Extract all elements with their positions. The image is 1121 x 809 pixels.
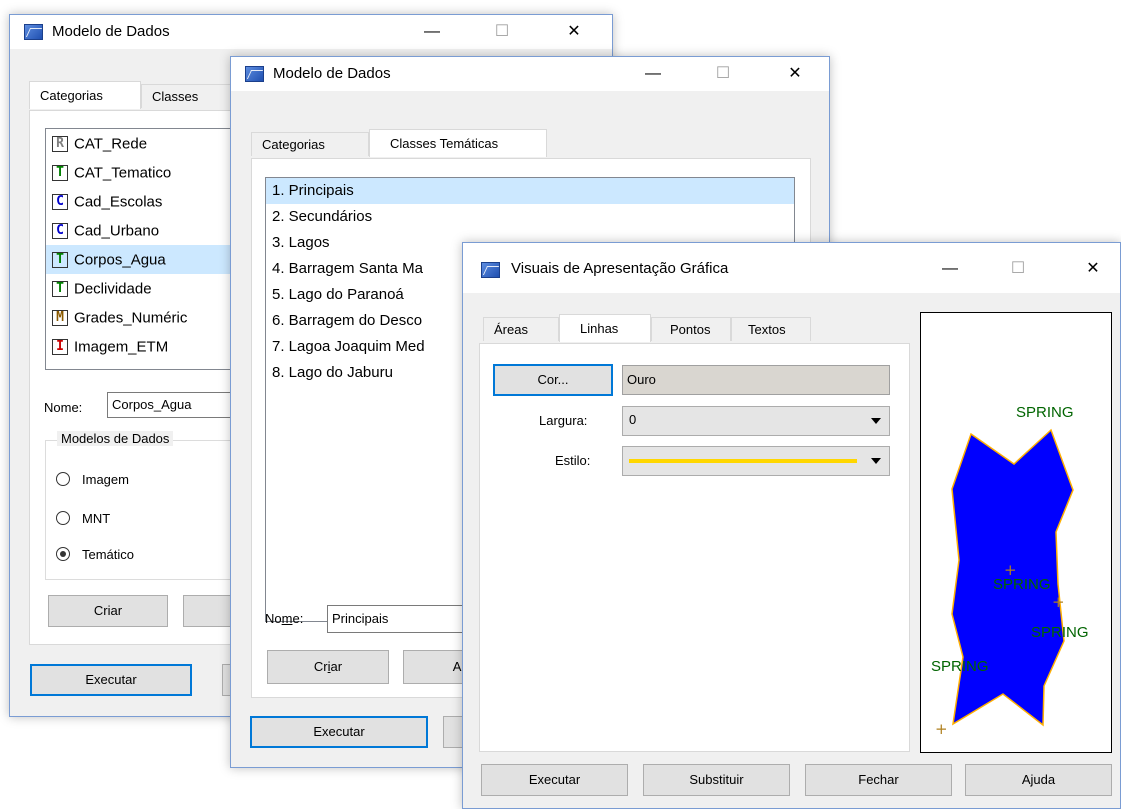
- tab-panel: [479, 343, 910, 752]
- app-icon: [481, 262, 500, 278]
- list-item[interactable]: 1. Principais: [266, 178, 794, 204]
- chevron-down-icon: [871, 458, 881, 464]
- list-item-label: Imagem_ETM: [74, 338, 169, 356]
- minimize-button[interactable]: —: [417, 21, 447, 43]
- title-bar[interactable]: Modelo de Dados — ☐ ✕: [10, 15, 612, 49]
- list-item-label: Cad_Urbano: [74, 222, 160, 240]
- list-item[interactable]: 2. Secundários: [266, 204, 794, 230]
- cor-button[interactable]: Cor...: [493, 364, 613, 396]
- preview-canvas: + + + SPRING SPRING SPRING SPRING: [920, 312, 1112, 753]
- criar-button[interactable]: Criar: [48, 595, 168, 627]
- list-item-label: CAT_Rede: [74, 135, 148, 153]
- title-bar[interactable]: Visuais de Apresentação Gráfica — ☐ ✕: [463, 243, 1120, 293]
- radio-mnt[interactable]: [56, 511, 70, 525]
- window-title: Modelo de Dados: [273, 65, 391, 82]
- maximize-button[interactable]: ☐: [708, 63, 738, 85]
- tab-categorias[interactable]: Categorias: [251, 132, 369, 156]
- app-icon: [24, 24, 43, 40]
- radio-tematico[interactable]: [56, 547, 70, 561]
- ajuda-button[interactable]: Ajuda: [965, 764, 1112, 796]
- minimize-button[interactable]: —: [638, 63, 668, 85]
- maximize-button[interactable]: ☐: [487, 21, 517, 43]
- close-button[interactable]: ✕: [780, 63, 810, 85]
- minimize-button[interactable]: —: [935, 258, 965, 280]
- preview-label-spring: SPRING: [1016, 404, 1074, 421]
- nome-label: Nome:: [44, 400, 83, 415]
- estilo-label: Estilo:: [555, 453, 591, 468]
- tab-categorias[interactable]: Categorias: [29, 81, 141, 109]
- tab-linhas[interactable]: Linhas: [559, 314, 651, 342]
- preview-label-spring: SPRING: [931, 658, 989, 675]
- list-item-label: CAT_Tematico: [74, 164, 172, 182]
- groupbox-title: Modelos de Dados: [57, 431, 174, 446]
- category-type-icon: C: [52, 194, 68, 211]
- cor-value-field: Ouro: [622, 365, 890, 395]
- executar-button[interactable]: Executar: [481, 764, 628, 796]
- criar-button[interactable]: Criar: [267, 650, 389, 684]
- radio-tematico-label: Temático: [82, 547, 135, 562]
- nome-label-pre: No: [265, 611, 282, 626]
- chevron-down-icon: [871, 418, 881, 424]
- category-type-icon: M: [52, 310, 68, 327]
- radio-checked-dot: [60, 551, 66, 557]
- preview-label-spring: SPRING: [993, 576, 1051, 593]
- executar-button[interactable]: Executar: [250, 716, 428, 748]
- window-title: Visuais de Apresentação Gráfica: [511, 260, 729, 277]
- line-style-preview: [629, 459, 857, 463]
- preview-label-spring: SPRING: [1031, 624, 1089, 641]
- nome-label-post: e:: [292, 611, 304, 626]
- nome-label-accel: m: [281, 611, 293, 626]
- preview-drawing: +++ SPRING SPRING SPRING SPRING: [931, 404, 1089, 738]
- list-item-label: Corpos_Agua: [74, 251, 166, 269]
- app-icon: [245, 66, 264, 82]
- close-button[interactable]: ✕: [1078, 258, 1108, 280]
- category-type-icon: T: [52, 281, 68, 298]
- tab-strip: Categorias Classes Temáticas: [251, 129, 751, 158]
- category-type-icon: R: [52, 136, 68, 153]
- list-item-label: Declividade: [74, 280, 152, 298]
- criar-post: ar: [330, 659, 343, 674]
- substituir-button[interactable]: Substituir: [643, 764, 790, 796]
- largura-value: 0: [629, 412, 637, 427]
- radio-mnt-label: MNT: [82, 511, 111, 526]
- nome-label: Nome:: [265, 611, 303, 626]
- tab-areas[interactable]: Áreas: [483, 317, 559, 341]
- close-button[interactable]: ✕: [559, 21, 589, 43]
- criar-pre: Cr: [313, 659, 328, 674]
- radio-imagem[interactable]: [56, 472, 70, 486]
- title-bar[interactable]: Modelo de Dados — ☐ ✕: [231, 57, 829, 91]
- maximize-button[interactable]: ☐: [1003, 258, 1033, 280]
- tab-pontos[interactable]: Pontos: [651, 317, 731, 341]
- window-title: Modelo de Dados: [52, 23, 170, 40]
- estilo-dropdown[interactable]: [622, 446, 890, 476]
- visuais-window: Visuais de Apresentação Gráfica — ☐ ✕ Ár…: [462, 242, 1121, 809]
- tab-textos[interactable]: Textos: [731, 317, 811, 341]
- tab-classes-tematicas[interactable]: Classes Temáticas: [369, 129, 547, 157]
- plus-marker: +: [935, 720, 948, 738]
- largura-dropdown[interactable]: 0: [622, 406, 890, 436]
- fechar-button[interactable]: Fechar: [805, 764, 952, 796]
- category-type-icon: T: [52, 252, 68, 269]
- category-type-icon: C: [52, 223, 68, 240]
- list-item-label: Grades_Numéric: [74, 309, 188, 327]
- category-type-icon: T: [52, 165, 68, 182]
- largura-label: Largura:: [539, 413, 588, 428]
- executar-button[interactable]: Executar: [30, 664, 192, 696]
- plus-marker: +: [1052, 593, 1065, 611]
- list-item-label: Cad_Escolas: [74, 193, 163, 211]
- tab-strip: Áreas Linhas Pontos Textos: [483, 314, 903, 343]
- category-type-icon: I: [52, 339, 68, 356]
- radio-imagem-label: Imagem: [82, 472, 129, 487]
